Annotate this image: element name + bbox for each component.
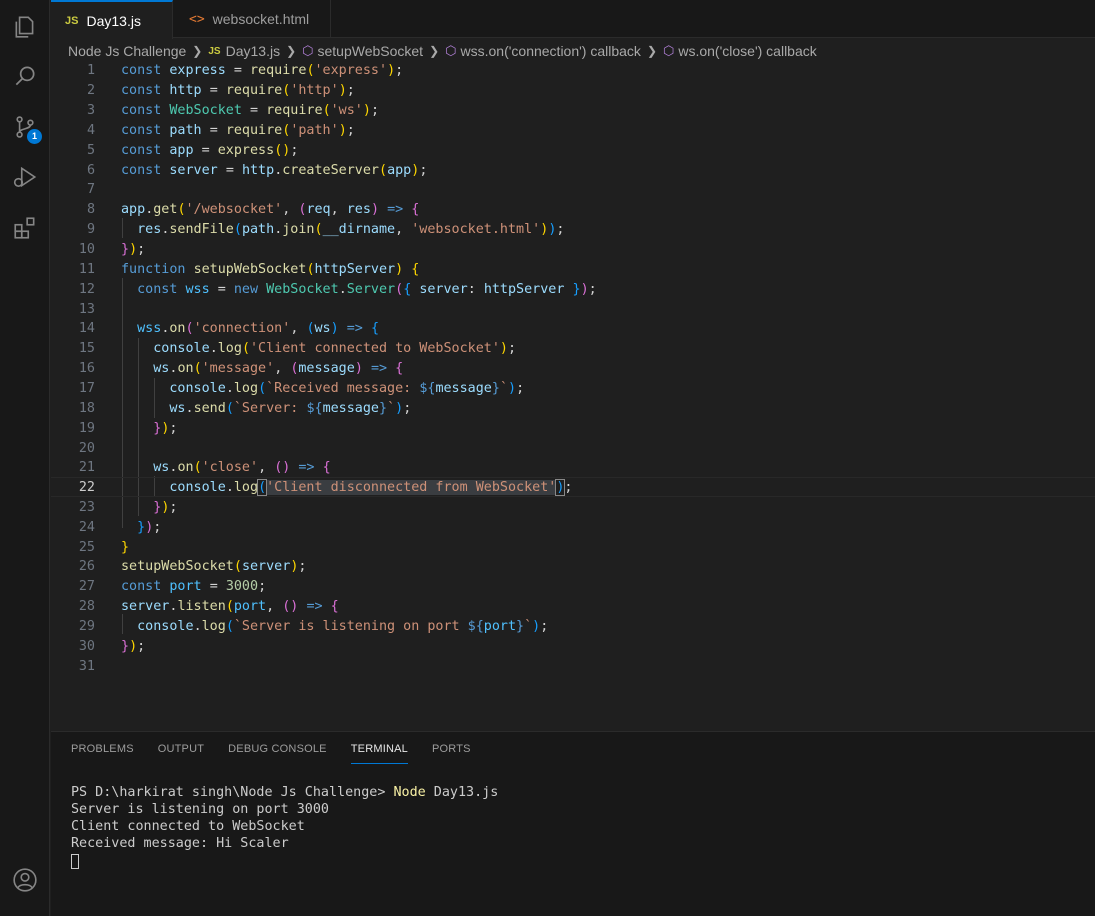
code-editor[interactable]: 1 const express = require('express'); 2 co… (51, 60, 1095, 730)
activity-bar: 1 (0, 0, 50, 916)
code-line: 18 ws.send(`Server: ${message}`); (78, 401, 412, 416)
code-line: 29 console.log(`Server is listening on p… (78, 619, 549, 634)
panel-tabs: PROBLEMS OUTPUT DEBUG CONSOLE TERMINAL P… (71, 740, 495, 764)
tab-ports[interactable]: PORTS (432, 740, 471, 764)
code-line: 28 server.listen(port, () => { (78, 599, 339, 614)
breadcrumb-folder[interactable]: Node Js Challenge (68, 43, 186, 59)
tab-problems[interactable]: PROBLEMS (71, 740, 134, 764)
terminal-output-line: Received message: Hi Scaler (71, 836, 289, 851)
breadcrumb-callback[interactable]: wss.on('connection') callback (461, 43, 641, 59)
terminal-output-line: Server is listening on port 3000 (71, 802, 329, 817)
symbol-method-icon: ⬡ (663, 43, 675, 58)
account-icon[interactable] (0, 860, 50, 900)
breadcrumb: Node Js Challenge ❯ JS Day13.js ❯ ⬡ setu… (68, 40, 817, 62)
code-line: 19 }); (78, 421, 178, 436)
js-file-icon: JS (65, 14, 79, 27)
tab-websocket-html[interactable]: <> websocket.html (173, 0, 331, 38)
code-line: 24 }); (78, 520, 162, 535)
terminal-prompt: PS D:\harkirat singh\Node Js Challenge> (71, 785, 394, 800)
js-file-icon: JS (208, 45, 221, 57)
terminal-cursor[interactable] (71, 854, 79, 869)
code-line: 26 setupWebSocket(server); (78, 559, 307, 574)
breadcrumb-callback[interactable]: ws.on('close') callback (678, 43, 816, 59)
extensions-icon[interactable] (0, 208, 50, 248)
tab-strip: JS Day13.js <> websocket.html (51, 0, 1095, 39)
tab-terminal[interactable]: TERMINAL (350, 740, 408, 764)
code-line: 13 (78, 302, 95, 317)
code-line: 9 res.sendFile(path.join(__dirname, 'web… (86, 222, 565, 237)
source-control-badge: 1 (27, 129, 42, 144)
code-line: 3 const WebSocket = require('ws'); (86, 103, 379, 118)
chevron-right-icon: ❯ (646, 44, 657, 58)
code-line: 23 }); (78, 500, 178, 515)
symbol-method-icon: ⬡ (302, 43, 314, 58)
tab-output[interactable]: OUTPUT (158, 740, 204, 764)
code-line: 6 const server = http.createServer(app); (86, 163, 428, 178)
code-line: 21 ws.on('close', () => { (78, 460, 331, 475)
breadcrumb-function[interactable]: setupWebSocket (317, 43, 423, 59)
chevron-right-icon: ❯ (286, 44, 297, 58)
terminal-prompt-line[interactable]: PS D:\harkirat singh\Node Js Challenge> … (71, 784, 498, 801)
code-line: 2 const http = require('http'); (86, 83, 355, 98)
chevron-right-icon: ❯ (429, 44, 440, 58)
bottom-panel: PROBLEMS OUTPUT DEBUG CONSOLE TERMINAL P… (51, 731, 1095, 916)
code-line: 8 app.get('/websocket', (req, res) => { (86, 202, 420, 217)
code-line: 17 console.log(`Received message: ${mess… (78, 381, 525, 396)
symbol-method-icon: ⬡ (445, 43, 457, 58)
code-line: 25} (78, 540, 130, 555)
tab-day13-js[interactable]: JS Day13.js (51, 0, 173, 39)
tab-label: websocket.html (212, 11, 310, 27)
terminal-command: Node (393, 785, 426, 800)
code-line: 4 const path = require('path'); (86, 123, 355, 138)
code-line: 7 (86, 182, 95, 197)
code-line-current: 22 console.log('Client disconnected from… (51, 477, 1095, 497)
search-icon[interactable] (0, 56, 50, 96)
code-line: 14 wss.on('connection', (ws) => { (78, 321, 379, 336)
code-line: 27 const port = 3000; (78, 579, 267, 594)
source-control-icon[interactable]: 1 (0, 107, 50, 147)
code-line: 10}); (78, 242, 146, 257)
run-debug-icon[interactable] (0, 157, 50, 197)
code-line: 5 const app = express(); (86, 143, 299, 158)
explorer-icon[interactable] (0, 7, 50, 47)
terminal-command-arg: Day13.js (425, 785, 499, 800)
terminal-output-line: Client connected to WebSocket (71, 819, 305, 834)
tab-label: Day13.js (86, 12, 141, 29)
code-line: 30}); (78, 639, 146, 654)
html-file-icon: <> (189, 11, 205, 27)
chevron-right-icon: ❯ (192, 44, 203, 58)
breadcrumb-file[interactable]: Day13.js (226, 43, 280, 59)
code-line: 15 console.log('Client connected to WebS… (78, 341, 517, 356)
tab-debug-console[interactable]: DEBUG CONSOLE (228, 740, 327, 764)
code-line: 31 (78, 659, 95, 674)
code-line: 1 const express = require('express'); (86, 63, 404, 78)
code-line: 11 function setupWebSocket(httpServer) { (78, 262, 420, 277)
code-line: 20 (78, 441, 95, 456)
code-line: 12 const wss = new WebSocket.Server({ se… (78, 282, 597, 297)
code-line: 16 ws.on('message', (message) => { (78, 361, 404, 376)
